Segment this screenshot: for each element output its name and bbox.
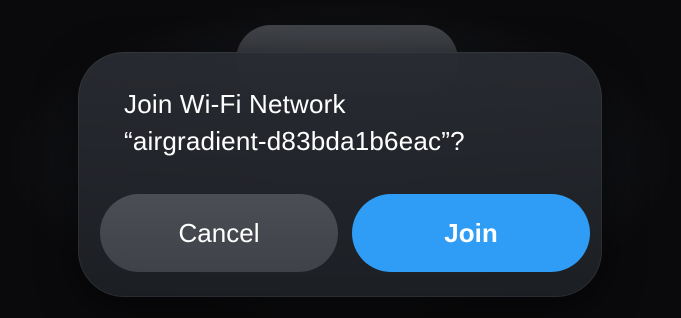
join-wifi-dialog: Join Wi-Fi Network “airgradient-d83bda1b…: [78, 52, 602, 297]
cancel-button-label: Cancel: [178, 217, 260, 248]
dialog-title-network-name: “airgradient-d83bda1b6eac”?: [124, 126, 465, 156]
join-button[interactable]: Join: [352, 194, 590, 272]
dialog-title-line1: Join Wi-Fi Network: [124, 89, 346, 119]
cancel-button[interactable]: Cancel: [100, 194, 338, 272]
screen-background: Join Wi-Fi Network “airgradient-d83bda1b…: [0, 0, 681, 318]
join-button-label: Join: [444, 217, 498, 248]
dialog-title: Join Wi-Fi Network “airgradient-d83bda1b…: [124, 86, 564, 160]
